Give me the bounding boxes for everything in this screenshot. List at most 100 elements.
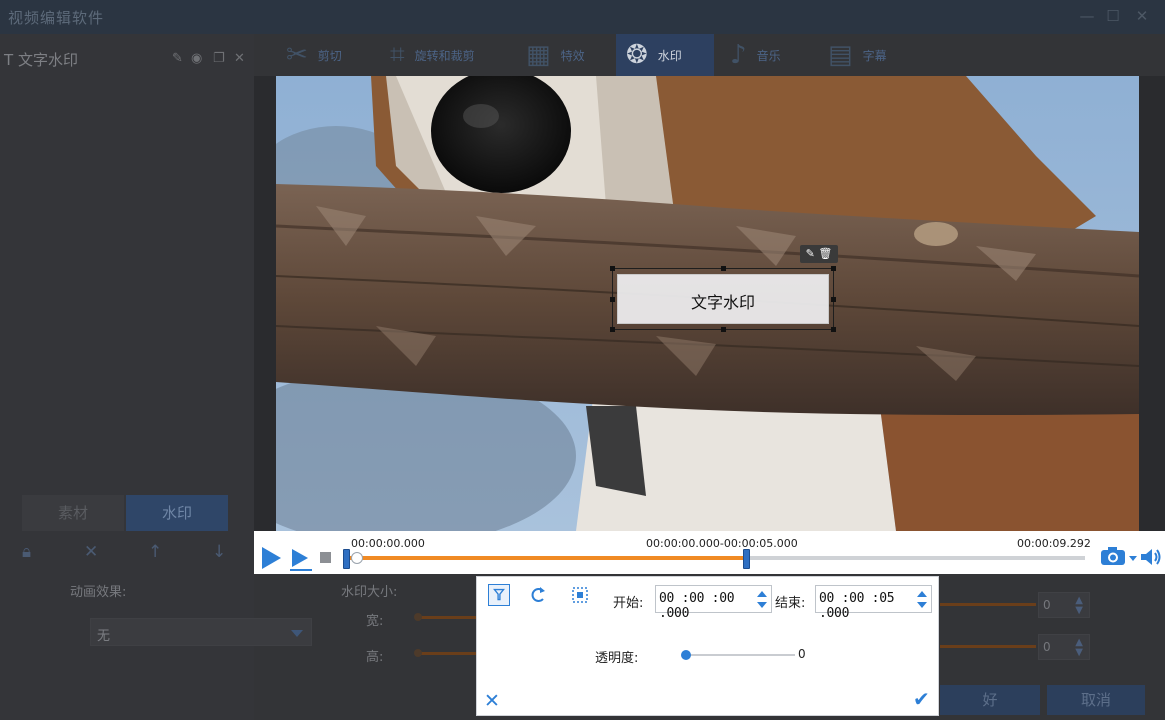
tab-rotate-crop-label: 旋转和裁剪 [414, 48, 475, 63]
tab-music[interactable]: ♪ 音乐 [730, 34, 820, 76]
width-slider-right[interactable] [940, 603, 1036, 606]
selection-start-handle[interactable] [343, 549, 350, 569]
subtitle-icon: ▤ [828, 40, 853, 70]
resize-handle-b[interactable] [721, 327, 726, 332]
height-value: 0 [1043, 640, 1051, 654]
edit-icon[interactable]: ✎ [172, 51, 183, 66]
app-window: 视频编辑软件 — ☐ ✕ T 文字水印 ✎ ◉ ❐ ✕ 素材 水印 🔒︎ ✕ ↑… [0, 0, 1165, 720]
end-time-input[interactable]: 00 :00 :05 .000 [815, 585, 932, 621]
height-slider-right[interactable] [940, 645, 1036, 648]
height-label: 高: [366, 650, 384, 665]
tab-cut[interactable]: ✂ 剪切 [286, 34, 396, 76]
watermark-text: 文字水印 [690, 293, 755, 312]
watermark-list-item[interactable]: T 文字水印 ✎ ◉ ❐ ✕ [0, 46, 254, 72]
music-icon: ♪ [730, 40, 747, 70]
width-input[interactable]: 0 ▲ ▼ [1038, 592, 1090, 618]
start-time-value: 00 :00 :00 .000 [659, 591, 735, 621]
window-title: 视频编辑软件 [8, 9, 105, 27]
resize-handle-l[interactable] [610, 297, 615, 302]
end-time-spinner-icon[interactable] [917, 589, 927, 611]
tool-tabs: ✂ 剪切 ⌗ 旋转和裁剪 ▦ 特效 ❂ 水印 ♪ 音乐 ▤ 字幕 [254, 34, 1165, 76]
end-label: 结束: [775, 596, 806, 611]
chevron-down-icon [291, 630, 303, 637]
time-end: 00:00:09.292 [1017, 537, 1091, 550]
size-label: 水印大小: [341, 585, 398, 600]
watermark-time-dialog: 开始: 00 :00 :00 .000 结束: 00 :00 :05 .000 … [476, 576, 939, 716]
watermark-item-title: T 文字水印 [4, 51, 78, 69]
crop-rotate-icon: ⌗ [390, 39, 405, 70]
tab-watermark[interactable]: 水印 [126, 495, 228, 531]
tab-cut-label: 剪切 [317, 48, 342, 63]
start-label: 开始: [613, 596, 644, 611]
watermark-position-icon[interactable] [488, 584, 510, 606]
playhead-knob[interactable] [351, 552, 363, 564]
resize-handle-bl[interactable] [610, 327, 615, 332]
height-slider-knob[interactable] [414, 649, 422, 657]
opacity-slider-knob[interactable] [681, 650, 691, 660]
tab-subtitle-label: 字幕 [862, 48, 887, 63]
width-label: 宽: [366, 614, 384, 629]
tab-effects[interactable]: ▦ 特效 [526, 34, 616, 76]
dialog-close-icon[interactable]: ✕ [484, 690, 500, 712]
lock-icon[interactable]: 🔒︎ [22, 542, 31, 562]
height-input[interactable]: 0 ▲ ▼ [1038, 634, 1090, 660]
opacity-value: 0 [798, 647, 806, 661]
resize-handle-tr[interactable] [831, 266, 836, 271]
animation-select[interactable]: 无 [90, 618, 312, 646]
selection-end-handle[interactable] [743, 549, 750, 569]
width-spinner-icon[interactable]: ▲ ▼ [1075, 596, 1083, 616]
scissors-icon: ✂ [286, 40, 308, 70]
copy-icon[interactable]: ❐ [213, 51, 225, 66]
trash-icon[interactable]: 🗑︎ [818, 247, 832, 260]
opacity-slider[interactable] [685, 654, 795, 656]
tab-effects-label: 特效 [560, 48, 585, 63]
camera-dropdown-icon[interactable] [1129, 556, 1137, 561]
animation-value: 无 [97, 629, 111, 644]
start-time-spinner-icon[interactable] [757, 589, 767, 611]
dialog-confirm-icon[interactable]: ✔ [913, 687, 930, 711]
opacity-label: 透明度: [595, 651, 639, 666]
tab-music-label: 音乐 [756, 48, 781, 63]
width-slider-knob[interactable] [414, 613, 422, 621]
time-start: 00:00:00.000 [351, 537, 425, 550]
watermark-icon: ❂ [626, 40, 648, 70]
resize-handle-t[interactable] [721, 266, 726, 271]
tab-rotate-crop[interactable]: ⌗ 旋转和裁剪 [390, 34, 518, 76]
move-down-icon[interactable]: ↓ [212, 542, 226, 562]
move-up-icon[interactable]: ↑ [148, 542, 162, 562]
minimize-icon[interactable]: — [1077, 6, 1097, 26]
rotate-icon[interactable] [527, 584, 549, 606]
eye-icon[interactable]: ◉ [191, 51, 202, 66]
cancel-button[interactable]: 取消 [1047, 685, 1145, 715]
watermark-actions[interactable]: ✎ 🗑︎ [800, 245, 838, 263]
height-slider[interactable] [418, 652, 478, 655]
maximize-icon[interactable]: ☐ [1103, 6, 1123, 26]
effects-icon: ▦ [526, 40, 551, 70]
camera-icon[interactable] [1100, 546, 1126, 566]
tab-material[interactable]: 素材 [22, 495, 124, 531]
resize-handle-r[interactable] [831, 297, 836, 302]
delete-icon[interactable]: ✕ [234, 51, 245, 66]
remove-icon[interactable]: ✕ [84, 542, 98, 562]
fit-frame-icon[interactable] [569, 584, 591, 606]
tab-watermark-tool[interactable]: ❂ 水印 [616, 34, 714, 76]
resize-handle-br[interactable] [831, 327, 836, 332]
player-bar: 00:00:00.000 00:00:00.000-00:00:05.000 0… [254, 531, 1165, 574]
resize-handle-tl[interactable] [610, 266, 615, 271]
volume-icon[interactable] [1140, 547, 1162, 567]
watermark-selection-box[interactable]: 文字水印 [610, 266, 836, 332]
tab-subtitle[interactable]: ▤ 字幕 [828, 34, 918, 76]
close-icon[interactable]: ✕ [1132, 6, 1152, 26]
watermark-text-box[interactable]: 文字水印 [617, 274, 829, 324]
edit-icon[interactable]: ✎ [806, 247, 815, 260]
play-selection-icon[interactable] [288, 546, 314, 572]
height-spinner-icon[interactable]: ▲ ▼ [1075, 638, 1083, 658]
ok-button[interactable]: 好 [940, 685, 1040, 715]
width-slider[interactable] [418, 616, 478, 619]
preview-area: ✎ 🗑︎ 文字水印 [254, 76, 1165, 531]
stop-icon[interactable] [320, 552, 331, 563]
play-icon[interactable] [262, 547, 281, 569]
animation-label: 动画效果: [70, 585, 127, 600]
title-bar: 视频编辑软件 — ☐ ✕ [0, 0, 1165, 34]
start-time-input[interactable]: 00 :00 :00 .000 [655, 585, 772, 621]
